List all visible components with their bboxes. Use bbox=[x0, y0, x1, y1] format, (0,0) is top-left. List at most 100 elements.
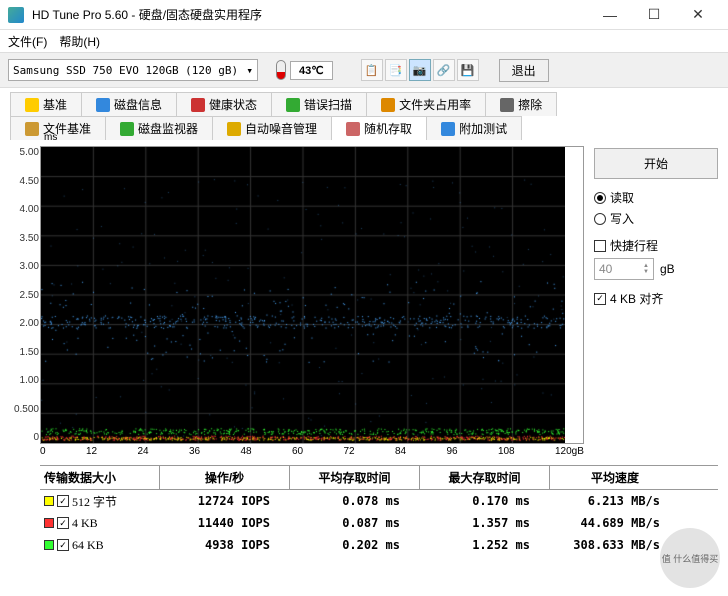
express-unit: gB bbox=[660, 262, 675, 276]
tab-自动噪音管理[interactable]: 自动噪音管理 bbox=[212, 116, 332, 140]
tab-label: 随机存取 bbox=[364, 120, 412, 137]
tab-文件基准[interactable]: 文件基准 bbox=[10, 116, 106, 140]
checkbox-icon bbox=[594, 240, 606, 252]
tab-icon bbox=[500, 98, 514, 112]
radio-write[interactable]: 写入 bbox=[594, 210, 718, 227]
copy-icon[interactable]: 📋 bbox=[361, 59, 383, 81]
x-axis: 01224364860728496108120gB bbox=[40, 444, 584, 459]
tab-icon bbox=[381, 98, 395, 112]
tab-icon bbox=[286, 98, 300, 112]
color-swatch bbox=[44, 518, 54, 528]
link-icon[interactable]: 🔗 bbox=[433, 59, 455, 81]
tab-label: 文件夹占用率 bbox=[399, 96, 471, 113]
tab-icon bbox=[96, 98, 110, 112]
exit-button[interactable]: 退出 bbox=[499, 59, 549, 82]
checkbox-express[interactable]: 快捷行程 bbox=[594, 237, 718, 254]
header-speed: 平均速度 bbox=[550, 466, 680, 489]
tab-icon bbox=[227, 122, 241, 136]
copy-all-icon[interactable]: 📑 bbox=[385, 59, 407, 81]
tab-row-2: 文件基准 磁盘监视器 自动噪音管理 随机存取 附加测试 bbox=[10, 116, 718, 140]
tab-icon bbox=[25, 122, 39, 136]
chart-box: 5.004.504.003.503.002.502.001.501.000.50… bbox=[40, 146, 584, 444]
chart-wrap: ms 5.004.504.003.503.002.502.001.501.000… bbox=[40, 146, 584, 444]
mode-radio-group: 读取 写入 bbox=[594, 189, 718, 227]
menu-help[interactable]: 帮助(H) bbox=[59, 33, 100, 50]
side-panel: 开始 读取 写入 快捷行程 40 ▲▼ gB 4 KB 对齐 bbox=[594, 146, 718, 459]
radio-read[interactable]: 读取 bbox=[594, 189, 718, 206]
drive-select-value: Samsung SSD 750 EVO 120GB (120 gB) bbox=[13, 64, 238, 77]
window-controls: — ☐ ✕ bbox=[588, 0, 720, 30]
tab-随机存取[interactable]: 随机存取 bbox=[331, 116, 427, 140]
row-checkbox[interactable] bbox=[57, 517, 69, 529]
results-body: 512 字节12724 IOPS0.078 ms0.170 ms6.213 MB… bbox=[40, 490, 718, 556]
tab-label: 错误扫描 bbox=[304, 96, 352, 113]
temperature-value: 43℃ bbox=[290, 61, 333, 80]
watermark: 值 什么值得买 bbox=[660, 528, 720, 588]
minimize-button[interactable]: — bbox=[588, 0, 632, 30]
toolbar: Samsung SSD 750 EVO 120GB (120 gB) ▾ 43℃… bbox=[0, 52, 728, 88]
tab-label: 擦除 bbox=[518, 96, 542, 113]
radio-icon bbox=[594, 192, 606, 204]
tab-文件夹占用率[interactable]: 文件夹占用率 bbox=[366, 92, 486, 116]
tab-label: 基准 bbox=[43, 96, 67, 113]
tab-label: 自动噪音管理 bbox=[245, 120, 317, 137]
results-header: 传输数据大小 操作/秒 平均存取时间 最大存取时间 平均速度 bbox=[40, 466, 718, 490]
tab-磁盘监视器[interactable]: 磁盘监视器 bbox=[105, 116, 213, 140]
header-avg: 平均存取时间 bbox=[290, 466, 420, 489]
tab-错误扫描[interactable]: 错误扫描 bbox=[271, 92, 367, 116]
content-area: ms 5.004.504.003.503.002.502.001.501.000… bbox=[0, 140, 728, 459]
row-checkbox[interactable] bbox=[57, 495, 69, 507]
express-group: 快捷行程 40 ▲▼ gB bbox=[594, 237, 718, 280]
menubar: 文件(F) 帮助(H) bbox=[0, 30, 728, 52]
header-max: 最大存取时间 bbox=[420, 466, 550, 489]
tab-icon bbox=[191, 98, 205, 112]
tab-擦除[interactable]: 擦除 bbox=[485, 92, 557, 116]
scatter-chart bbox=[41, 147, 565, 443]
spinner-arrows-icon: ▲▼ bbox=[643, 263, 649, 275]
color-swatch bbox=[44, 540, 54, 550]
tab-label: 附加测试 bbox=[459, 120, 507, 137]
chart-area: ms 5.004.504.003.503.002.502.001.501.000… bbox=[10, 146, 584, 459]
tab-label: 磁盘监视器 bbox=[138, 120, 198, 137]
drive-select[interactable]: Samsung SSD 750 EVO 120GB (120 gB) ▾ bbox=[8, 59, 258, 81]
express-spinner: 40 ▲▼ gB bbox=[594, 258, 718, 280]
titlebar: HD Tune Pro 5.60 - 硬盘/固态硬盘实用程序 — ☐ ✕ bbox=[0, 0, 728, 30]
tab-icon bbox=[441, 122, 455, 136]
express-value-input[interactable]: 40 ▲▼ bbox=[594, 258, 654, 280]
row-checkbox[interactable] bbox=[57, 539, 69, 551]
header-ops: 操作/秒 bbox=[160, 466, 290, 489]
y-axis-unit: ms bbox=[44, 132, 57, 143]
tab-icon bbox=[120, 122, 134, 136]
tab-健康状态[interactable]: 健康状态 bbox=[176, 92, 272, 116]
tab-icon bbox=[25, 98, 39, 112]
maximize-button[interactable]: ☐ bbox=[632, 0, 676, 30]
y-axis: 5.004.504.003.503.002.502.001.501.000.50… bbox=[11, 147, 39, 443]
save-icon[interactable]: 💾 bbox=[457, 59, 479, 81]
checkbox-icon bbox=[594, 293, 606, 305]
menu-file[interactable]: 文件(F) bbox=[8, 33, 47, 50]
radio-icon bbox=[594, 213, 606, 225]
tab-row-1: 基准 磁盘信息 健康状态 错误扫描 文件夹占用率 擦除 bbox=[10, 92, 718, 116]
thermometer-icon bbox=[276, 60, 286, 80]
screenshot-icon[interactable]: 📷 bbox=[409, 59, 431, 81]
tab-label: 健康状态 bbox=[209, 96, 257, 113]
tab-label: 磁盘信息 bbox=[114, 96, 162, 113]
toolbar-icons: 📋 📑 📷 🔗 💾 bbox=[361, 59, 479, 81]
chevron-down-icon: ▾ bbox=[246, 64, 253, 77]
tabs-area: 基准 磁盘信息 健康状态 错误扫描 文件夹占用率 擦除 文件基准 磁盘监视器 自动噪音管理 随机… bbox=[0, 88, 728, 140]
tab-磁盘信息[interactable]: 磁盘信息 bbox=[81, 92, 177, 116]
table-row: 512 字节12724 IOPS0.078 ms0.170 ms6.213 MB… bbox=[40, 490, 718, 512]
color-swatch bbox=[44, 496, 54, 506]
header-size: 传输数据大小 bbox=[40, 466, 160, 489]
window-title: HD Tune Pro 5.60 - 硬盘/固态硬盘实用程序 bbox=[32, 6, 588, 23]
start-button[interactable]: 开始 bbox=[594, 148, 718, 179]
app-icon bbox=[8, 7, 24, 23]
close-button[interactable]: ✕ bbox=[676, 0, 720, 30]
results-table: 传输数据大小 操作/秒 平均存取时间 最大存取时间 平均速度 512 字节127… bbox=[40, 465, 718, 556]
tab-附加测试[interactable]: 附加测试 bbox=[426, 116, 522, 140]
temperature-indicator: 43℃ bbox=[276, 60, 333, 80]
table-row: 4 KB11440 IOPS0.087 ms1.357 ms44.689 MB/… bbox=[40, 512, 718, 534]
tab-基准[interactable]: 基准 bbox=[10, 92, 82, 116]
checkbox-4kb-align[interactable]: 4 KB 对齐 bbox=[594, 290, 718, 307]
table-row: 64 KB4938 IOPS0.202 ms1.252 ms308.633 MB… bbox=[40, 534, 718, 556]
